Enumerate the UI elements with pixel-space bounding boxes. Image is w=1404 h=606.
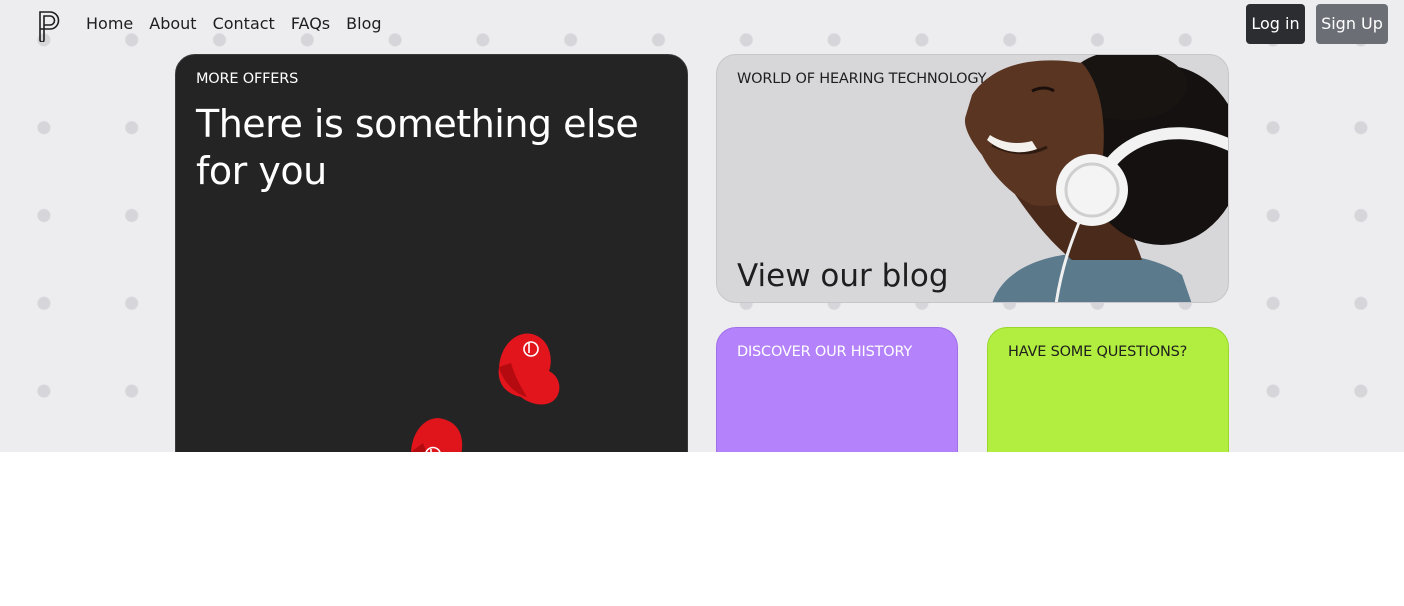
blog-heading: View our blog bbox=[737, 258, 949, 294]
offers-heading: There is something else for you bbox=[196, 102, 639, 193]
offers-card[interactable]: MORE OFFERS There is something else for … bbox=[175, 54, 688, 452]
signup-button[interactable]: Sign Up bbox=[1316, 4, 1388, 44]
blog-card[interactable]: WORLD OF HEARING TECHNOLOGY View our blo… bbox=[716, 54, 1229, 303]
main-nav: Home About Contact FAQs Blog bbox=[86, 14, 382, 33]
brand-logo-icon[interactable] bbox=[36, 8, 66, 42]
nav-link-about[interactable]: About bbox=[149, 14, 196, 33]
questions-card[interactable]: HAVE SOME QUESTIONS? bbox=[987, 327, 1229, 452]
nav-link-blog[interactable]: Blog bbox=[346, 14, 381, 33]
blog-eyebrow: WORLD OF HEARING TECHNOLOGY bbox=[737, 71, 987, 87]
page-viewport: Home About Contact FAQs Blog Log in Sign… bbox=[0, 0, 1404, 452]
nav-link-contact[interactable]: Contact bbox=[213, 14, 275, 33]
questions-eyebrow: HAVE SOME QUESTIONS? bbox=[1008, 344, 1188, 360]
login-button[interactable]: Log in bbox=[1246, 4, 1305, 44]
earbuds-image bbox=[411, 333, 560, 452]
nav-link-faqs[interactable]: FAQs bbox=[291, 14, 330, 33]
history-card[interactable]: DISCOVER OUR HISTORY bbox=[716, 327, 958, 452]
nav-link-home[interactable]: Home bbox=[86, 14, 133, 33]
man-with-headphones-image bbox=[964, 55, 1228, 302]
offers-eyebrow: MORE OFFERS bbox=[196, 71, 299, 87]
history-eyebrow: DISCOVER OUR HISTORY bbox=[737, 344, 913, 360]
